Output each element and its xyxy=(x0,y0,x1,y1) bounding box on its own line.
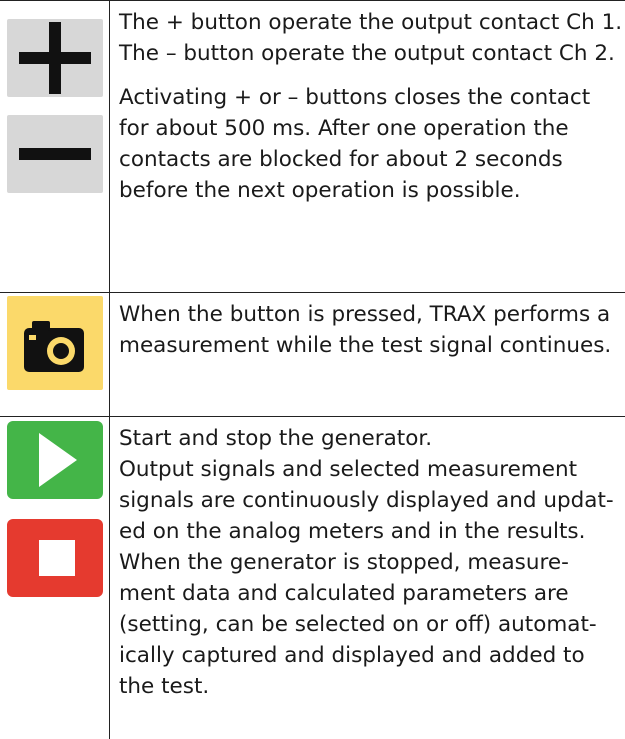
stop-icon xyxy=(7,519,103,597)
camera-description: When the button is pressed, TRAX perform… xyxy=(119,302,612,358)
instruction-table: The + button operate the output contact … xyxy=(0,0,625,739)
icon-cell xyxy=(0,417,110,739)
text-cell: When the button is pressed, TRAX perform… xyxy=(110,293,625,361)
table-row-plus-minus: The + button operate the output contact … xyxy=(0,0,625,292)
generator-description: Output signals and selected measurement … xyxy=(119,457,614,699)
table-row-camera: When the button is pressed, TRAX perform… xyxy=(0,292,625,416)
generator-title: Start and stop the generator. xyxy=(119,426,433,451)
plus-description: The + button operate the output contact … xyxy=(119,10,623,35)
icon-cell xyxy=(0,1,110,292)
minus-description: The – button operate the output contact … xyxy=(119,41,615,66)
text-cell: The + button operate the output contact … xyxy=(110,1,625,206)
camera-icon xyxy=(7,296,103,390)
play-icon xyxy=(7,421,103,499)
plus-icon xyxy=(7,19,103,97)
text-cell: Start and stop the generator. Output sig… xyxy=(110,417,625,702)
minus-icon xyxy=(7,115,103,193)
table-row-play-stop: Start and stop the generator. Output sig… xyxy=(0,416,625,739)
icon-cell xyxy=(0,293,110,416)
activation-note: Activating + or – buttons closes the con… xyxy=(119,85,591,203)
